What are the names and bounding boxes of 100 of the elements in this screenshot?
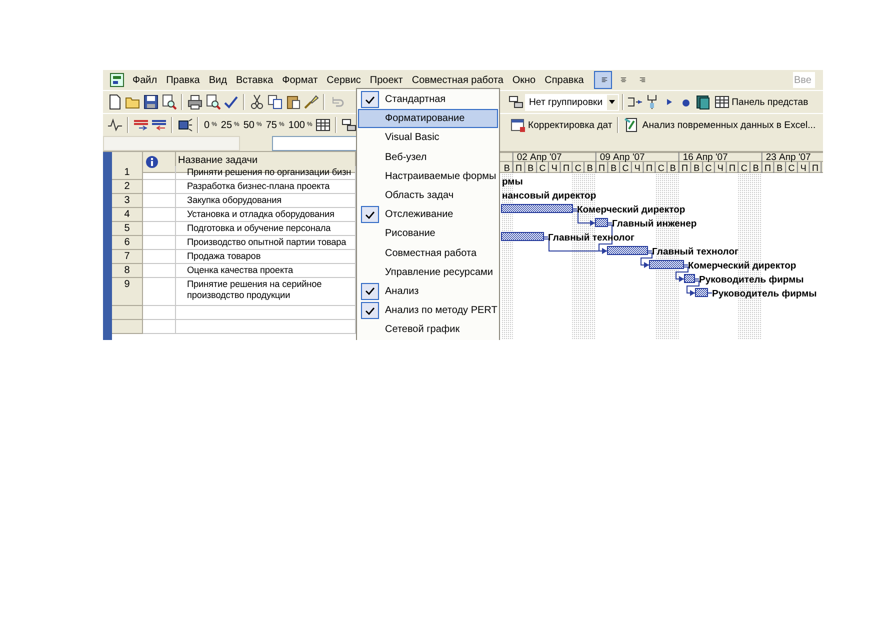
resource-label: Руководитель фирмы xyxy=(699,274,804,286)
menu-item[interactable]: Вставка xyxy=(231,74,278,86)
menu-item[interactable]: Анализ xyxy=(358,282,498,302)
table-cell xyxy=(143,166,176,180)
week-label: 02 Апр '07 xyxy=(516,152,562,163)
menu-item[interactable]: Стандартная xyxy=(358,90,498,110)
menu-item[interactable]: Веб-узел xyxy=(358,148,498,167)
row-number: 8 xyxy=(112,264,143,278)
week-label: 09 Апр '07 xyxy=(600,152,645,163)
menu-item[interactable]: Совместная работа xyxy=(407,74,508,86)
menu-item[interactable]: Файл xyxy=(128,74,162,86)
clipboard-icon[interactable] xyxy=(508,94,524,110)
print-icon[interactable] xyxy=(187,94,203,110)
menu-item[interactable]: Область задач xyxy=(358,186,498,206)
day-label: Ч xyxy=(551,163,558,173)
day-label: Ч xyxy=(717,163,724,173)
menu-item[interactable]: Справка xyxy=(540,74,588,86)
indent-icon[interactable] xyxy=(133,117,149,133)
caret-icon xyxy=(608,98,616,106)
view-bar-button[interactable]: Панель представ xyxy=(712,93,810,111)
menu-item[interactable]: Окно xyxy=(508,74,540,86)
day-label: П xyxy=(764,163,772,173)
menu-item[interactable]: Сетевой график xyxy=(358,320,498,340)
link-arrow xyxy=(676,266,688,282)
task-bar xyxy=(595,218,608,227)
table-cell xyxy=(143,236,176,250)
day-label: В xyxy=(610,163,617,173)
preview-icon[interactable] xyxy=(161,94,177,110)
app-icon[interactable] xyxy=(109,72,125,88)
week-label: 23 Апр '07 xyxy=(766,152,811,163)
row-header xyxy=(112,320,143,334)
checkmark-icon xyxy=(365,210,375,219)
menu-item[interactable]: Сервис xyxy=(322,74,366,86)
menu-item[interactable]: Анализ по методу PERT xyxy=(358,301,498,320)
entry-field[interactable] xyxy=(272,136,356,151)
table-cell xyxy=(143,306,176,320)
menu-item[interactable]: Проект xyxy=(365,74,408,86)
spelling-icon[interactable] xyxy=(223,94,239,110)
zoom-button[interactable]: 75$^{%}$ xyxy=(264,118,286,132)
cut-icon[interactable] xyxy=(249,94,265,110)
zoom-button[interactable]: 0$^{%}$ xyxy=(203,118,218,132)
excel-analysis-button[interactable]: Анализ повременных данных в Excel... xyxy=(622,116,818,134)
copy-icon[interactable] xyxy=(267,94,283,110)
grouping-dropdown[interactable]: Нет группировки xyxy=(525,94,619,110)
task-bar xyxy=(501,204,573,213)
form-icon[interactable] xyxy=(315,117,332,133)
menu-item[interactable]: Формат xyxy=(278,74,322,86)
checkmark-icon xyxy=(365,287,375,296)
info-icon xyxy=(145,155,159,169)
table-cell xyxy=(143,180,176,194)
day-label: С xyxy=(788,163,795,173)
paste-icon[interactable] xyxy=(285,94,301,110)
zoom-button[interactable]: 50$^{%}$ xyxy=(242,118,263,132)
menu-item[interactable]: Форматирование xyxy=(358,109,498,128)
menu-item[interactable]: Отслеживание xyxy=(358,205,498,224)
table-cell xyxy=(143,194,176,208)
day-label: П xyxy=(728,163,736,173)
wave-icon[interactable] xyxy=(107,117,123,133)
day-label: С xyxy=(705,163,712,173)
menu-item[interactable]: Совместная работа xyxy=(358,244,498,263)
day-label: Ч xyxy=(800,163,806,173)
new-document-icon[interactable] xyxy=(107,94,123,110)
menu-item[interactable]: Управление ресурсами xyxy=(358,262,498,282)
task-bar xyxy=(684,274,695,283)
task-name: Оценка качества проекта xyxy=(176,264,356,278)
day-label: П xyxy=(646,163,652,173)
task-name: Подготовка и обучение персонала xyxy=(176,222,356,236)
toolbars-menu[interactable]: Стандартная Форматирование Visual Basic Веб-узел Настраиваемые формы Область задач Отслеживание Рисование Совместная работа Управление ресурсами Анализ Анализ по методу PERT Сетевой график xyxy=(356,88,500,340)
menu-item[interactable]: Visual Basic xyxy=(358,128,498,148)
menu-item[interactable]: Правка xyxy=(162,74,204,86)
tasks-icon[interactable] xyxy=(341,117,358,133)
table-icon xyxy=(714,94,730,110)
table-cell xyxy=(143,264,176,278)
day-label: П xyxy=(562,163,570,173)
day-label: В xyxy=(586,163,593,173)
align-left-button[interactable] xyxy=(594,71,612,89)
zoom-button[interactable]: 100$^{%}$ xyxy=(287,118,314,132)
question-field[interactable]: Вве xyxy=(793,72,815,88)
scroll-icon[interactable] xyxy=(177,117,193,133)
task-name: Закупка оборудования xyxy=(176,194,356,208)
format-painter-icon[interactable] xyxy=(303,94,319,110)
save-icon[interactable] xyxy=(143,94,159,110)
menu-item[interactable]: Рисование xyxy=(358,224,498,244)
row-number: 2 xyxy=(112,180,143,194)
menu-item[interactable]: Вид xyxy=(204,74,232,86)
row-number: 6 xyxy=(112,236,143,250)
task-name: Производство опытной партии товара xyxy=(176,236,356,250)
row-number: 1 xyxy=(112,166,143,180)
adjust-dates-button[interactable]: Корректировка дат xyxy=(508,116,614,134)
resource-label: Главный технолог xyxy=(652,246,738,258)
menu-item[interactable]: Настраиваемые формы xyxy=(358,166,498,186)
print-preview-icon[interactable] xyxy=(205,94,221,110)
day-label: Ч xyxy=(634,163,640,173)
checkmark-icon xyxy=(365,96,375,104)
database-icon[interactable] xyxy=(694,94,711,110)
zoom-button[interactable]: 25$^{%}$ xyxy=(220,118,240,132)
link-arrow xyxy=(686,280,700,296)
outdent-icon[interactable] xyxy=(151,117,167,133)
day-label: В xyxy=(504,163,510,173)
resource-label: Руководитель фирмы xyxy=(712,288,817,300)
